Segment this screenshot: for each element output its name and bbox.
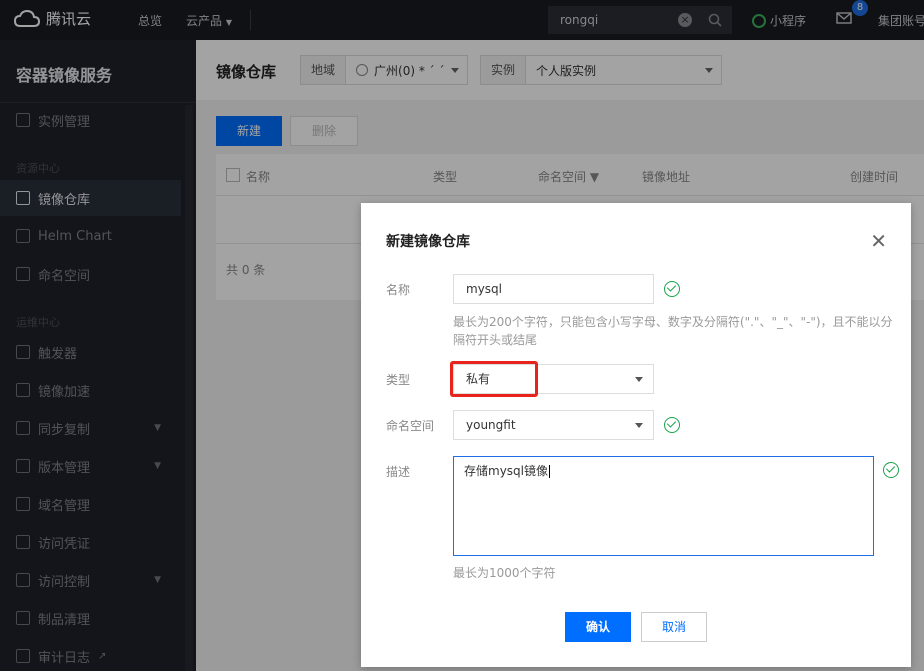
name-field[interactable]: mysql <box>453 274 654 304</box>
desc-label: 描述 <box>386 465 411 479</box>
namespace-label: 命名空间 <box>386 419 435 433</box>
close-icon[interactable]: ✕ <box>870 231 887 251</box>
desc-hint: 最长为1000个字符 <box>453 566 556 580</box>
type-label: 类型 <box>386 373 411 387</box>
name-label: 名称 <box>386 283 411 297</box>
cancel-button[interactable]: 取消 <box>641 612 707 642</box>
annotation-highlight <box>450 361 538 397</box>
dialog-title: 新建镜像仓库 <box>386 234 470 250</box>
valid-check-icon <box>664 417 680 433</box>
valid-check-icon <box>664 281 680 297</box>
text-cursor <box>549 465 550 478</box>
valid-check-icon <box>883 462 899 478</box>
name-hint: 最长为200个字符，只能包含小写字母、数字及分隔符("."、"_"、"-")，且… <box>453 315 893 347</box>
description-textarea[interactable]: 存储mysql镜像 <box>453 456 874 556</box>
confirm-button[interactable]: 确认 <box>565 612 631 642</box>
chevron-down-icon <box>635 423 643 428</box>
description-text: 存储mysql镜像 <box>464 464 548 478</box>
namespace-select[interactable]: youngfit <box>453 410 654 440</box>
chevron-down-icon <box>635 377 643 382</box>
namespace-value: youngfit <box>466 418 516 432</box>
create-repo-dialog: 新建镜像仓库 ✕ 名称 mysql 最长为200个字符，只能包含小写字母、数字及… <box>361 203 911 667</box>
